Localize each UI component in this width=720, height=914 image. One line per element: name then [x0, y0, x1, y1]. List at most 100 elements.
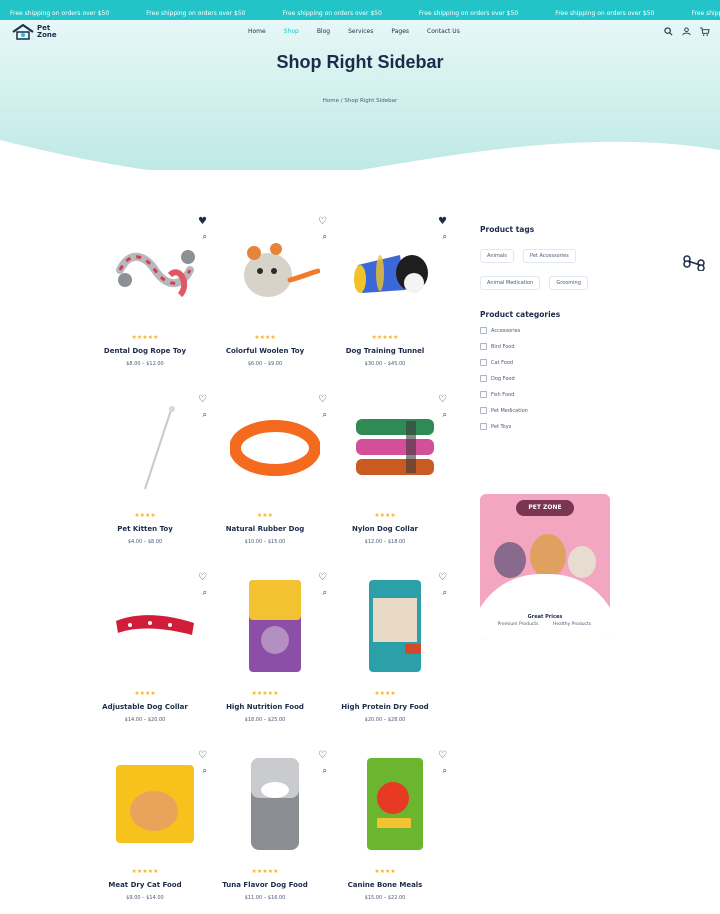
product-image-tunnel[interactable]: [335, 220, 455, 320]
category-item[interactable]: Pet Toys: [480, 423, 630, 430]
quick-view-icon[interactable]: ⌕: [203, 410, 207, 420]
menu-item-shop[interactable]: Shop: [284, 28, 299, 35]
product-card[interactable]: ♡ ⌕ ★★★★ Nylon Dog Collar $12.00 – $18.0…: [335, 388, 455, 558]
user-icon[interactable]: [681, 26, 692, 37]
tag-grooming[interactable]: Grooming: [549, 276, 588, 290]
logo-text-zone: Zone: [37, 31, 57, 39]
category-label: Bird Food: [491, 343, 515, 350]
product-price: $12.00 – $18.00: [364, 539, 406, 545]
product-card[interactable]: ♥ ⌕ ★★★★★ Dog Training Tunnel $30.00 – $…: [335, 210, 455, 380]
menu-item-services[interactable]: Services: [348, 28, 373, 35]
tag-pet-accessories[interactable]: Pet Accessories: [523, 249, 576, 263]
product-title[interactable]: Adjustable Dog Collar: [95, 703, 195, 711]
menu-item-home[interactable]: Home: [248, 28, 266, 35]
tag-animal-medication[interactable]: Animal Medication: [480, 276, 541, 290]
menu-item-contact[interactable]: Contact Us: [427, 28, 460, 35]
rating-stars: ★★★★: [134, 690, 156, 697]
product-card[interactable]: ♡ ⌕ ★★★★ High Protein Dry Food $20.00 – …: [335, 566, 455, 736]
product-card[interactable]: ♡ ⌕ ★★★★ Colorful Woolen Toy $6.00 – $9.…: [215, 210, 335, 380]
product-title[interactable]: Dog Training Tunnel: [335, 347, 435, 355]
quick-view-icon[interactable]: ⌕: [443, 410, 447, 420]
product-title[interactable]: High Nutrition Food: [215, 703, 315, 711]
product-card[interactable]: ♡ ⌕ ★★★★ Adjustable Dog Collar $14.00 – …: [95, 566, 215, 736]
wishlist-heart-icon[interactable]: ♡: [198, 572, 207, 583]
wishlist-heart-icon[interactable]: ♡: [438, 572, 447, 583]
product-image-kitten-toy[interactable]: [95, 398, 215, 498]
product-price: $18.00 – $25.00: [244, 717, 286, 723]
product-card[interactable]: ♡ ⌕ ★★★★ Pet Kitten Toy $4.00 – $8.00: [95, 388, 215, 558]
quick-view-icon[interactable]: ⌕: [203, 588, 207, 598]
product-image-rubber-ring[interactable]: [215, 398, 335, 498]
product-title[interactable]: Pet Kitten Toy: [95, 525, 195, 533]
product-image-collars[interactable]: [335, 398, 455, 498]
product-title[interactable]: Meat Dry Cat Food: [95, 881, 195, 889]
category-item[interactable]: Fish Food: [480, 391, 630, 398]
site-logo[interactable]: Pet Zone: [12, 24, 57, 40]
product-card[interactable]: ♡ ⌕ ★★★★ Canine Bone Meals $15.00 – $22.…: [335, 744, 455, 914]
wishlist-heart-icon[interactable]: ♡: [438, 394, 447, 405]
product-title[interactable]: Colorful Woolen Toy: [215, 347, 315, 355]
checkbox-icon[interactable]: [480, 327, 487, 334]
product-image-tuna-food[interactable]: [215, 754, 335, 854]
checkbox-icon[interactable]: [480, 375, 487, 382]
product-image-rope-toy[interactable]: [95, 220, 215, 320]
product-title[interactable]: Natural Rubber Dog: [215, 525, 315, 533]
tag-animals[interactable]: Animals: [480, 249, 514, 263]
product-image-cat-food[interactable]: [95, 754, 215, 854]
product-title[interactable]: Tuna Flavor Dog Food: [215, 881, 315, 889]
menu-item-blog[interactable]: Blog: [317, 28, 330, 35]
wishlist-heart-icon[interactable]: ♡: [318, 216, 327, 227]
search-icon[interactable]: [663, 26, 674, 37]
product-card[interactable]: ♥ ⌕ ★★★★★ Dental Dog Rope Toy $8.00 – $1…: [95, 210, 215, 380]
product-image-food-bag-teal[interactable]: [335, 576, 455, 676]
rating-stars: ★★★: [256, 512, 274, 519]
promo-pets-illustration: [494, 534, 596, 578]
quick-view-icon[interactable]: ⌕: [323, 766, 327, 776]
rating-stars: ★★★★★: [131, 334, 159, 341]
wishlist-heart-icon[interactable]: ♡: [318, 750, 327, 761]
wishlist-heart-filled-icon[interactable]: ♥: [198, 216, 207, 227]
promo-banner[interactable]: PET ZONE Great Prices Premium Products H…: [480, 494, 610, 640]
quick-view-icon[interactable]: ⌕: [443, 588, 447, 598]
category-item[interactable]: Bird Food: [480, 343, 630, 350]
product-card[interactable]: ♡ ⌕ ★★★ Natural Rubber Dog $10.00 – $15.…: [215, 388, 335, 558]
category-item[interactable]: Cat Food: [480, 359, 630, 366]
checkbox-icon[interactable]: [480, 359, 487, 366]
category-item[interactable]: Pet Medication: [480, 407, 630, 414]
product-card[interactable]: ♡ ⌕ ★★★★★ High Nutrition Food $18.00 – $…: [215, 566, 335, 736]
product-image-woolen-toy[interactable]: [215, 220, 335, 320]
quick-view-icon[interactable]: ⌕: [203, 766, 207, 776]
cart-icon[interactable]: [699, 26, 710, 37]
product-title[interactable]: Canine Bone Meals: [335, 881, 435, 889]
product-card[interactable]: ♡ ⌕ ★★★★★ Meat Dry Cat Food $9.00 – $14.…: [95, 744, 215, 914]
wishlist-heart-filled-icon[interactable]: ♥: [438, 216, 447, 227]
wishlist-heart-icon[interactable]: ♡: [438, 750, 447, 761]
checkbox-icon[interactable]: [480, 343, 487, 350]
product-title[interactable]: Nylon Dog Collar: [335, 525, 435, 533]
product-card[interactable]: ♡ ⌕ ★★★★★ Tuna Flavor Dog Food $11.00 – …: [215, 744, 335, 914]
menu-item-pages[interactable]: Pages: [391, 28, 409, 35]
wishlist-heart-icon[interactable]: ♡: [318, 394, 327, 405]
checkbox-icon[interactable]: [480, 423, 487, 430]
product-image-food-bag-yellow[interactable]: [215, 576, 335, 676]
product-title[interactable]: Dental Dog Rope Toy: [95, 347, 195, 355]
product-title[interactable]: High Protein Dry Food: [335, 703, 435, 711]
wishlist-heart-icon[interactable]: ♡: [198, 750, 207, 761]
quick-view-icon[interactable]: ⌕: [323, 232, 327, 242]
quick-view-icon[interactable]: ⌕: [443, 232, 447, 242]
wishlist-heart-icon[interactable]: ♡: [318, 572, 327, 583]
category-item[interactable]: Dog Food: [480, 375, 630, 382]
quick-view-icon[interactable]: ⌕: [203, 232, 207, 242]
quick-view-icon[interactable]: ⌕: [323, 588, 327, 598]
quick-view-icon[interactable]: ⌕: [443, 766, 447, 776]
category-item[interactable]: Accessories: [480, 327, 630, 334]
product-price: $6.00 – $9.00: [247, 361, 283, 367]
checkbox-icon[interactable]: [480, 391, 487, 398]
product-tags-heading: Product tags: [480, 225, 535, 234]
checkbox-icon[interactable]: [480, 407, 487, 414]
product-image-bone-meals[interactable]: [335, 754, 455, 854]
wishlist-heart-icon[interactable]: ♡: [198, 394, 207, 405]
quick-view-icon[interactable]: ⌕: [323, 410, 327, 420]
house-logo-icon: [12, 24, 34, 40]
product-image-red-collar[interactable]: [95, 576, 215, 676]
